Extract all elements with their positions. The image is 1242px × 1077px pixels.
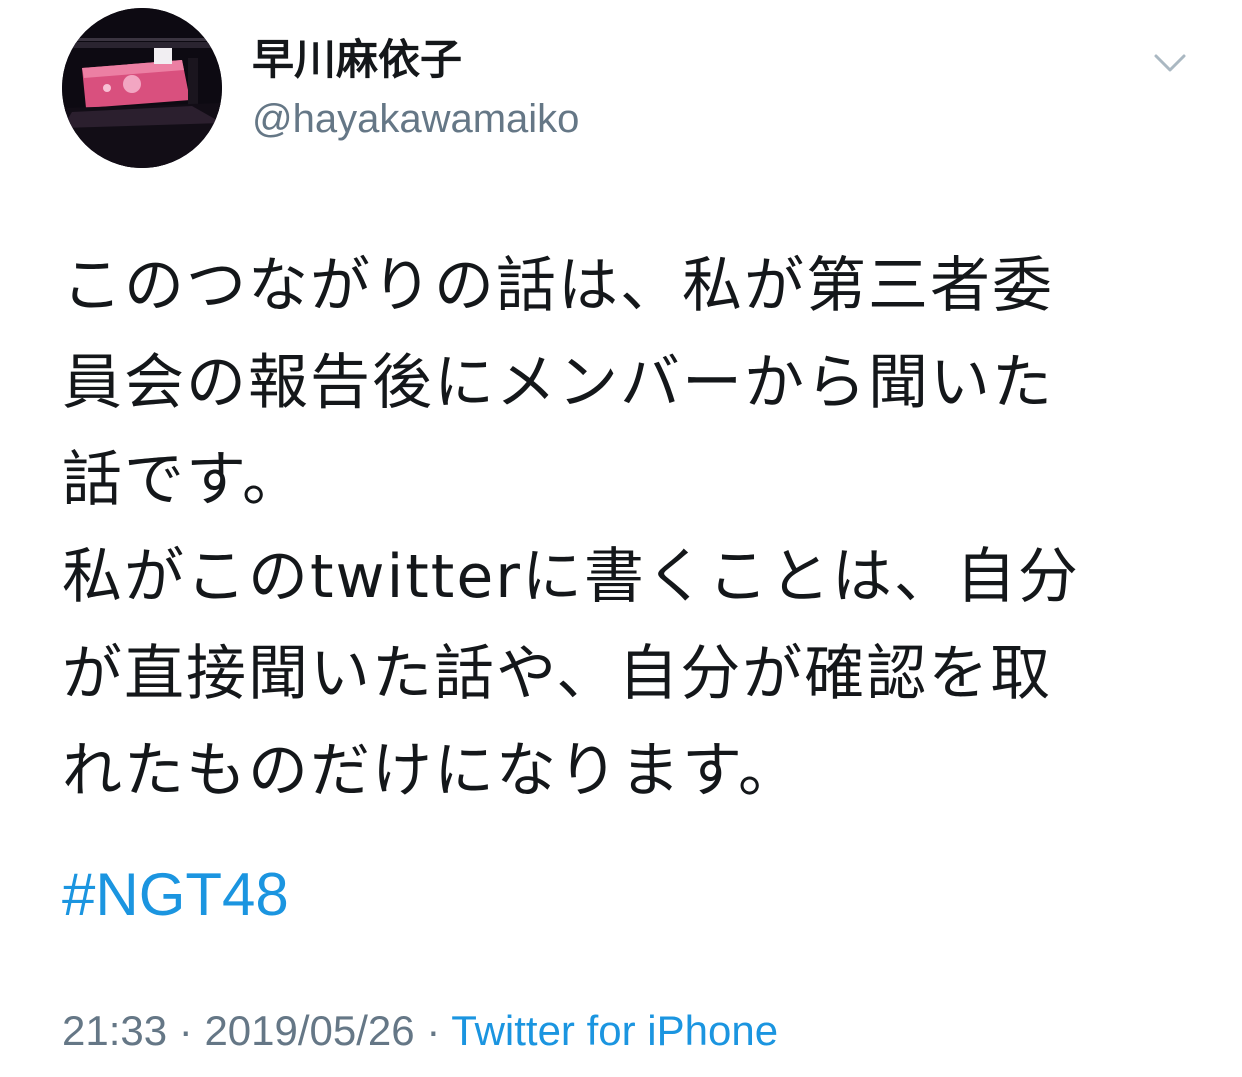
- meta-separator: ·: [414, 1007, 452, 1054]
- tweet-metadata: 21:33 · 2019/05/26 · Twitter for iPhone: [62, 1003, 778, 1059]
- tweet-text: このつながりの話は、私が第三者委 員会の報告後にメンバーから聞いた 話です。 私…: [62, 238, 1192, 820]
- avatar[interactable]: [62, 8, 222, 168]
- hashtag-link[interactable]: #NGT48: [62, 855, 289, 935]
- tweet-text-line: このつながりの話は、私が第三者委: [62, 251, 1054, 321]
- meta-separator: ·: [167, 1007, 205, 1054]
- avatar-stage-image: [62, 8, 222, 168]
- display-name[interactable]: 早川麻依子: [252, 34, 462, 86]
- tweet-text-line: が直接聞いた話や、自分が確認を取: [62, 639, 1053, 709]
- tweet-text-line: 話です。: [62, 445, 304, 515]
- tweet-time: 21:33: [62, 1007, 168, 1054]
- tweet-source-link[interactable]: Twitter for iPhone: [451, 1007, 778, 1054]
- user-handle[interactable]: @hayakawamaiko: [252, 94, 579, 144]
- tweet-date: 2019/05/26: [204, 1007, 415, 1054]
- tweet-text-line: れたものだけになります。: [62, 736, 800, 806]
- tweet-card: 早川麻依子 @hayakawamaiko このつながりの話は、私が第三者委 員会…: [0, 0, 1242, 1077]
- tweet-text-line: 私がこのtwitterに書くことは、自分: [62, 542, 1080, 612]
- chevron-down-icon[interactable]: [1150, 48, 1190, 78]
- tweet-text-line: 員会の報告後にメンバーから聞いた: [62, 348, 1054, 418]
